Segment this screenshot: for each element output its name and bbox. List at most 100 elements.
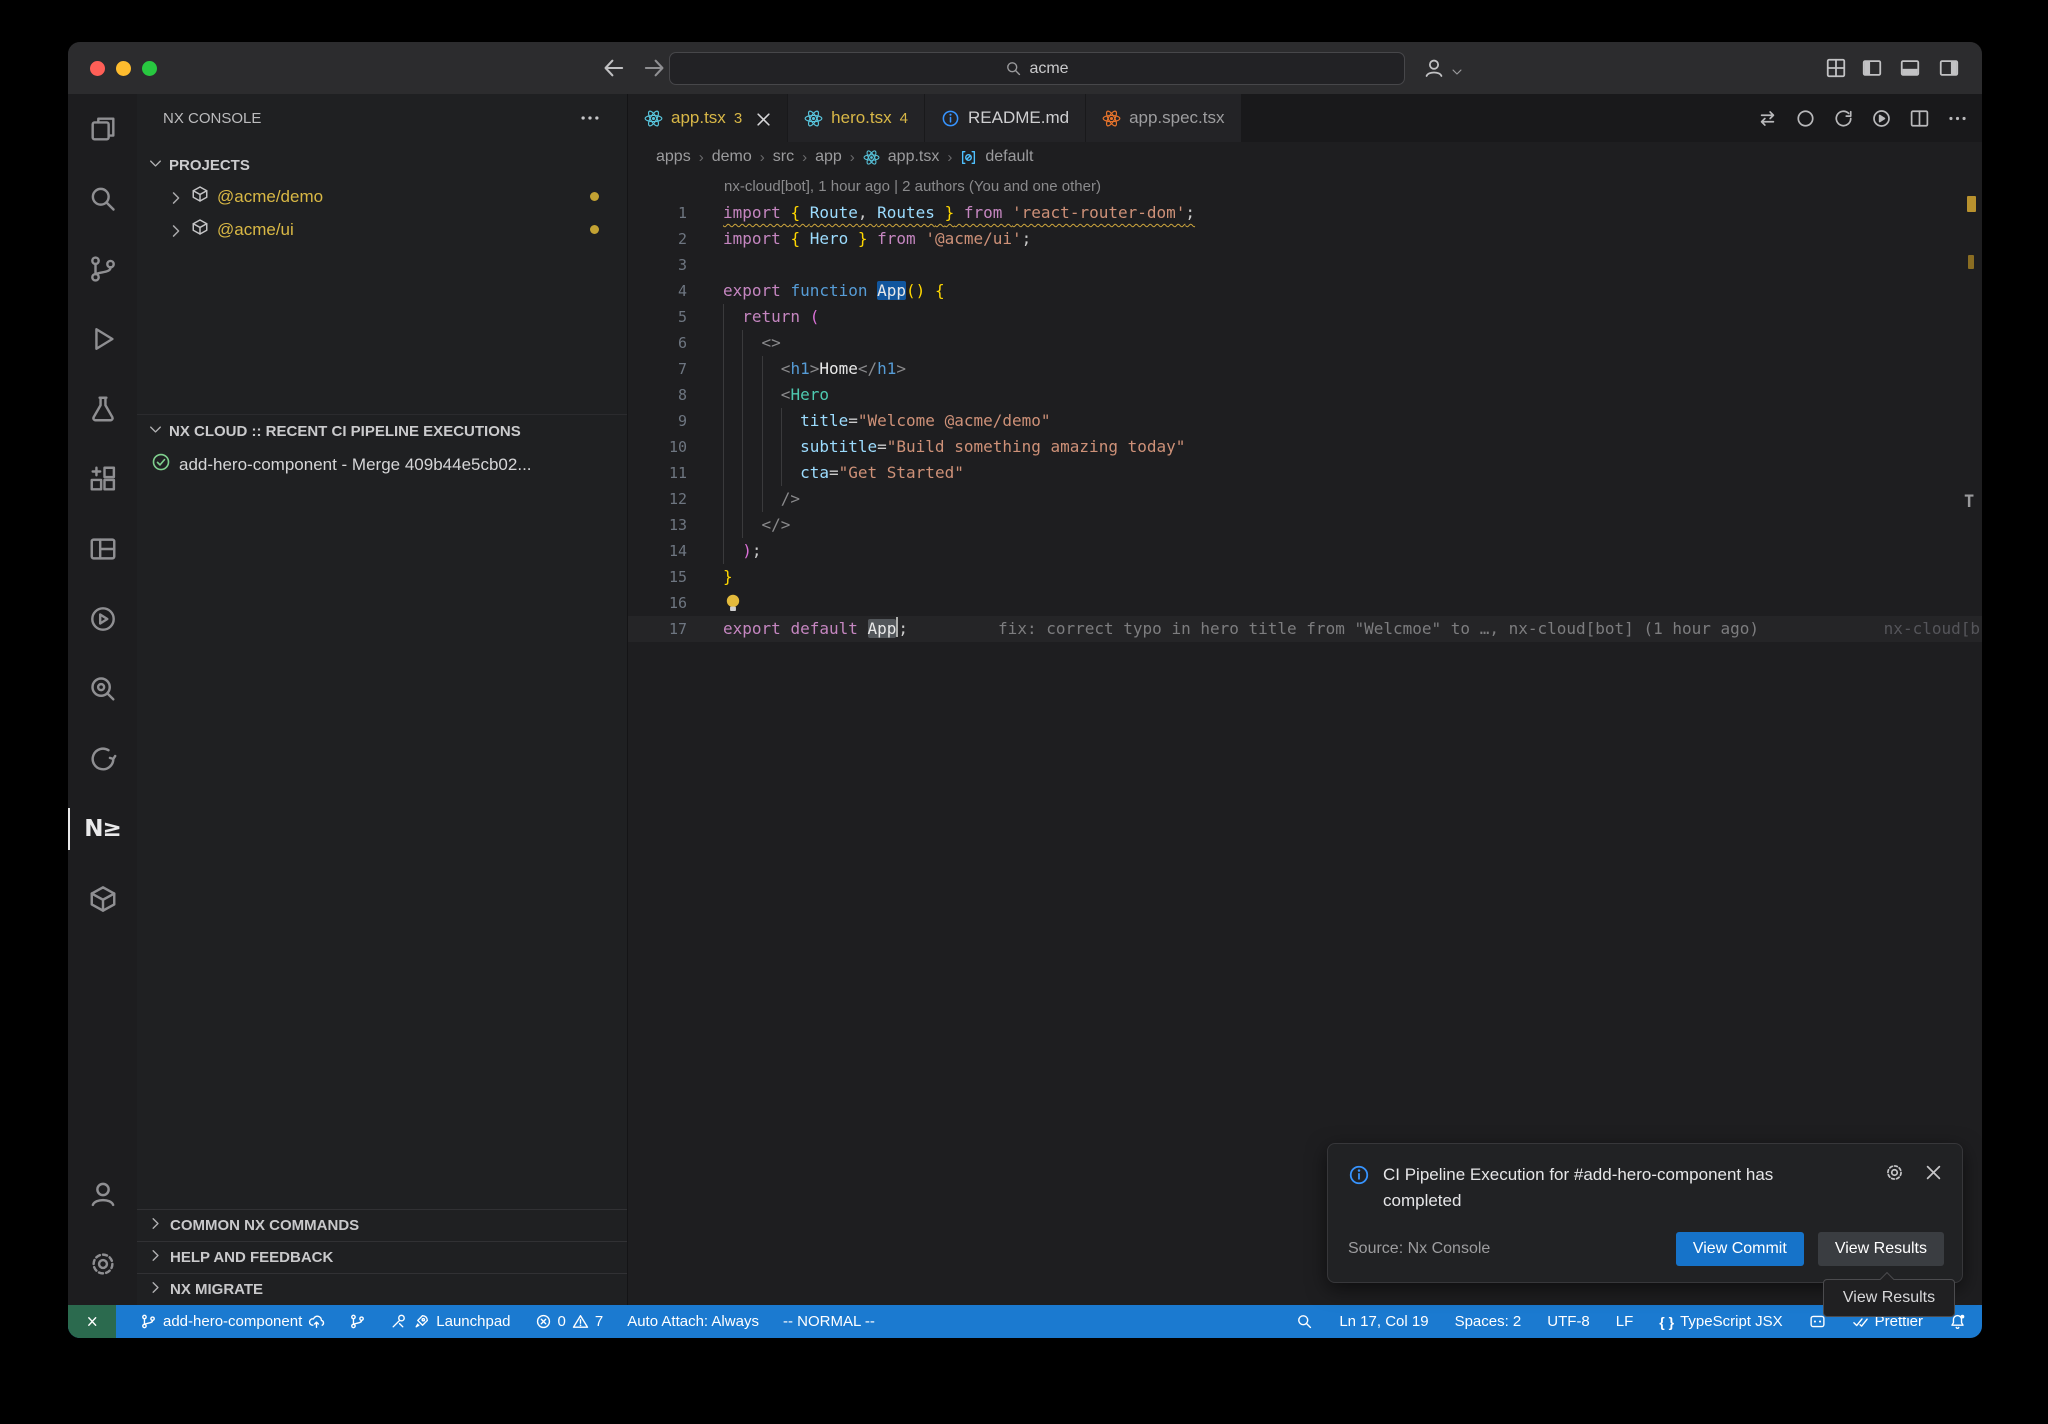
code-line-7[interactable]: 7<h1>Home</h1> bbox=[628, 356, 1982, 382]
nx-cloud-section-header[interactable]: NX CLOUD :: RECENT CI PIPELINE EXECUTION… bbox=[137, 414, 627, 448]
tab-README.md[interactable]: README.md bbox=[925, 94, 1086, 142]
breadcrumb[interactable]: apps›demo›src›app›app.tsx›default bbox=[628, 142, 1982, 172]
code-line-3[interactable]: 3 bbox=[628, 252, 1982, 278]
code-line-17[interactable]: nx-cloud[b17export default App;fix: corr… bbox=[628, 616, 1982, 642]
activity-accounts[interactable] bbox=[68, 1159, 137, 1229]
status-pipeline[interactable] bbox=[349, 1313, 366, 1330]
breadcrumb-item[interactable]: default bbox=[985, 148, 1033, 166]
tab-app.spec.tsx[interactable]: app.spec.tsx bbox=[1086, 94, 1241, 142]
run-file-icon[interactable] bbox=[1871, 108, 1892, 129]
status-auto-attach[interactable]: Auto Attach: Always bbox=[627, 1313, 759, 1330]
code-text: </> bbox=[723, 512, 790, 538]
projects-section-header[interactable]: PROJECTS bbox=[137, 150, 627, 180]
code-line-5[interactable]: 5return ( bbox=[628, 304, 1982, 330]
chevron-right-icon bbox=[147, 1279, 164, 1300]
project-row[interactable]: @acme/demo bbox=[137, 180, 627, 213]
activity-code-search[interactable] bbox=[68, 654, 137, 724]
activity-nx-cloud[interactable] bbox=[68, 724, 137, 794]
code-line-2[interactable]: 2import { Hero } from '@acme/ui'; bbox=[628, 226, 1982, 252]
code-line-11[interactable]: 11cta="Get Started" bbox=[628, 460, 1982, 486]
breadcrumb-item[interactable]: app.tsx bbox=[888, 148, 940, 166]
activity-run-debug[interactable] bbox=[68, 304, 137, 374]
breadcrumb-item[interactable]: app bbox=[815, 148, 842, 166]
editor-pane: app.tsx3hero.tsx4README.mdapp.spec.tsx a… bbox=[627, 94, 1982, 1305]
code-line-1[interactable]: 1import { Route, Routes } from 'react-ro… bbox=[628, 200, 1982, 226]
status-cursor-position[interactable]: Ln 17, Col 19 bbox=[1339, 1313, 1428, 1330]
sidebar-more-actions-icon[interactable] bbox=[579, 107, 601, 129]
view-results-button[interactable]: View Results bbox=[1818, 1232, 1944, 1266]
window-controls bbox=[90, 61, 157, 76]
sidebar-section-nx-migrate[interactable]: NX MIGRATE bbox=[137, 1273, 627, 1305]
more-actions-icon[interactable] bbox=[1947, 108, 1968, 129]
breadcrumb-item[interactable]: src bbox=[773, 148, 794, 166]
code-line-13[interactable]: 13</> bbox=[628, 512, 1982, 538]
forward-icon[interactable] bbox=[641, 55, 667, 81]
sidebar-section-common-nx-commands[interactable]: COMMON NX COMMANDS bbox=[137, 1209, 627, 1241]
code-line-9[interactable]: 9title="Welcome @acme/demo" bbox=[628, 408, 1982, 434]
view-commit-button[interactable]: View Commit bbox=[1676, 1232, 1804, 1266]
lightbulb-icon[interactable] bbox=[723, 593, 743, 613]
status-encoding[interactable]: UTF-8 bbox=[1547, 1313, 1590, 1330]
sidebar-section-help-and-feedback[interactable]: HELP AND FEEDBACK bbox=[137, 1241, 627, 1273]
code-line-16[interactable]: 16 bbox=[628, 590, 1982, 616]
ruler-text-mark: T bbox=[1964, 492, 1978, 512]
activity-testing[interactable] bbox=[68, 374, 137, 444]
code-line-6[interactable]: 6<> bbox=[628, 330, 1982, 356]
package-icon bbox=[191, 218, 209, 241]
notification-close-icon[interactable] bbox=[1923, 1162, 1944, 1183]
toggle-panel-icon[interactable] bbox=[1899, 57, 1921, 79]
sync-icon[interactable] bbox=[1833, 108, 1854, 129]
close-tab-icon[interactable] bbox=[754, 110, 771, 127]
breadcrumb-item[interactable]: demo bbox=[712, 148, 752, 166]
code-line-10[interactable]: 10subtitle="Build something amazing toda… bbox=[628, 434, 1982, 460]
status-language-mode[interactable]: { }TypeScript JSX bbox=[1659, 1313, 1782, 1330]
status-launchpad[interactable]: Launchpad bbox=[390, 1313, 510, 1330]
status-vim-mode[interactable]: -- NORMAL -- bbox=[783, 1313, 875, 1330]
status-remote-indicator[interactable] bbox=[68, 1305, 116, 1338]
code-line-15[interactable]: 15} bbox=[628, 564, 1982, 590]
maximize-window-button[interactable] bbox=[142, 61, 157, 76]
compare-changes-icon[interactable] bbox=[1757, 108, 1778, 129]
code-line-12[interactable]: 12/> bbox=[628, 486, 1982, 512]
toggle-secondary-sidebar-icon[interactable] bbox=[1938, 57, 1960, 79]
activity-settings[interactable] bbox=[68, 1229, 137, 1299]
status-eol[interactable]: LF bbox=[1616, 1313, 1634, 1330]
line-number: 15 bbox=[628, 564, 687, 590]
code-editor[interactable]: nx-cloud[bot], 1 hour ago | 2 authors (Y… bbox=[628, 174, 1982, 1305]
activity-workspaces[interactable] bbox=[68, 514, 137, 584]
status-zoom-indicator[interactable] bbox=[1296, 1313, 1313, 1330]
notification-settings-icon[interactable] bbox=[1884, 1162, 1905, 1183]
status-indentation[interactable]: Spaces: 2 bbox=[1455, 1313, 1522, 1330]
breadcrumb-item[interactable]: apps bbox=[656, 148, 691, 166]
mag-icon bbox=[1296, 1313, 1313, 1330]
pipeline-execution-row[interactable]: add-hero-component - Merge 409b44e5cb02.… bbox=[137, 448, 627, 481]
code-line-4[interactable]: 4export function App() { bbox=[628, 278, 1982, 304]
toggle-sidebar-icon[interactable] bbox=[1861, 57, 1883, 79]
code-line-8[interactable]: 8<Hero bbox=[628, 382, 1982, 408]
account-menu-icon[interactable] bbox=[1423, 57, 1445, 79]
activity-search[interactable] bbox=[68, 164, 137, 234]
activity-package[interactable] bbox=[68, 864, 137, 934]
tab-bar: app.tsx3hero.tsx4README.mdapp.spec.tsx bbox=[628, 94, 1982, 142]
minimize-window-button[interactable] bbox=[116, 61, 131, 76]
back-icon[interactable] bbox=[601, 55, 627, 81]
nx-console-sidebar: NX CONSOLE PROJECTS @acme/demo@acme/ui N… bbox=[137, 94, 627, 1305]
activity-runner[interactable] bbox=[68, 584, 137, 654]
tab-label: hero.tsx bbox=[831, 108, 891, 128]
customize-layout-icon[interactable] bbox=[1825, 57, 1847, 79]
command-center-search[interactable]: acme bbox=[669, 52, 1405, 85]
code-line-14[interactable]: 14); bbox=[628, 538, 1982, 564]
activity-source-control[interactable] bbox=[68, 234, 137, 304]
tab-hero.tsx[interactable]: hero.tsx4 bbox=[788, 94, 925, 142]
tab-app.tsx[interactable]: app.tsx3 bbox=[628, 94, 788, 142]
status-git-branch[interactable]: add-hero-component bbox=[140, 1313, 325, 1330]
activity-nx-console[interactable]: N≥ bbox=[68, 794, 137, 864]
project-row[interactable]: @acme/ui bbox=[137, 213, 627, 246]
gitlens-authors-line[interactable]: nx-cloud[bot], 1 hour ago | 2 authors (Y… bbox=[628, 174, 1982, 200]
pending-changes-icon[interactable] bbox=[1795, 108, 1816, 129]
close-window-button[interactable] bbox=[90, 61, 105, 76]
split-editor-icon[interactable] bbox=[1909, 108, 1930, 129]
activity-explorer[interactable] bbox=[68, 94, 137, 164]
status-problems[interactable]: 07 bbox=[535, 1313, 604, 1330]
activity-extensions[interactable] bbox=[68, 444, 137, 514]
